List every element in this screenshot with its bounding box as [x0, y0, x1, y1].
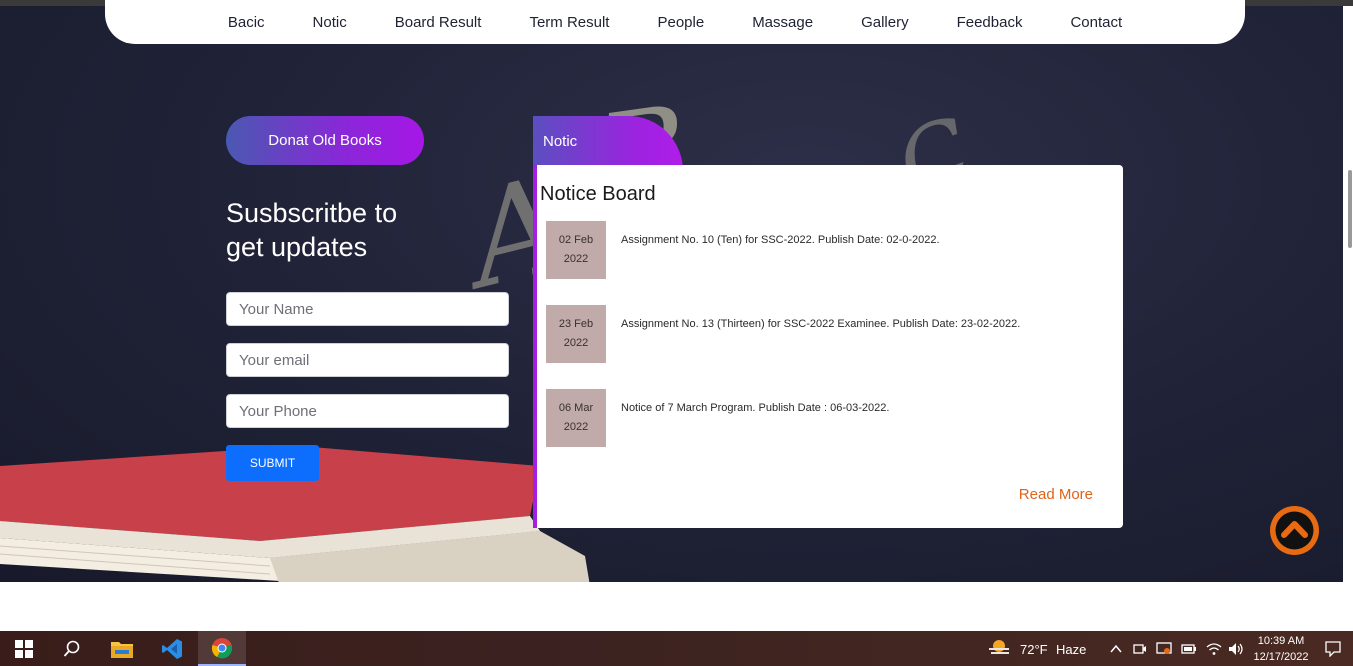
notice-date-year: 2022 — [563, 253, 589, 265]
nav-item-bacic[interactable]: Bacic — [204, 14, 289, 31]
notice-date-year: 2022 — [563, 337, 589, 349]
wifi-icon[interactable] — [1206, 642, 1222, 656]
notice-date: 02 Feb 2022 — [546, 221, 606, 279]
notice-item[interactable]: 06 Mar 2022 Notice of 7 March Program. P… — [546, 389, 1106, 447]
email-field[interactable] — [226, 343, 509, 377]
volume-icon[interactable] — [1228, 642, 1244, 656]
notice-date: 06 Mar 2022 — [546, 389, 606, 447]
chevron-up-icon — [1275, 511, 1314, 550]
subscribe-title-line1: Susbscritbe to — [226, 198, 398, 228]
subscribe-title: Susbscritbe to get updates — [226, 196, 486, 264]
nav-item-gallery[interactable]: Gallery — [837, 14, 933, 31]
page-scrollbar[interactable] — [1343, 6, 1353, 631]
nav-item-term-result[interactable]: Term Result — [505, 14, 633, 31]
system-clock[interactable]: 10:39 AM 12/17/2022 — [1246, 633, 1316, 665]
notice-text[interactable]: Assignment No. 13 (Thirteen) for SSC-202… — [621, 318, 1020, 330]
chrome-icon — [211, 637, 233, 658]
scrollbar-thumb[interactable] — [1348, 170, 1352, 248]
subscribe-title-line2: get updates — [226, 232, 368, 262]
start-button[interactable] — [0, 631, 48, 666]
nav-item-contact[interactable]: Contact — [1046, 14, 1146, 31]
battery-icon[interactable] — [1181, 643, 1197, 655]
clock-date: 12/17/2022 — [1253, 651, 1309, 663]
notice-date-day: 06 Mar — [558, 402, 594, 414]
weather-temp[interactable]: 72°F — [1020, 642, 1048, 657]
notice-date-day: 02 Feb — [558, 234, 594, 246]
notice-board-heading: Notice Board — [540, 183, 656, 205]
clock-time: 10:39 AM — [1257, 635, 1305, 647]
nav-item-feedback[interactable]: Feedback — [933, 14, 1047, 31]
chevron-up-icon[interactable] — [1110, 644, 1122, 654]
notice-date-year: 2022 — [563, 421, 589, 433]
file-explorer-button[interactable] — [98, 631, 146, 666]
notice-text[interactable]: Assignment No. 10 (Ten) for SSC-2022. Pu… — [621, 234, 940, 246]
name-field[interactable] — [226, 292, 509, 326]
notice-text[interactable]: Notice of 7 March Program. Publish Date … — [621, 402, 889, 414]
notice-date-day: 23 Feb — [558, 318, 594, 330]
phone-field[interactable] — [226, 394, 509, 428]
windows-icon — [15, 639, 33, 658]
submit-button[interactable]: SUBMIT — [226, 445, 319, 481]
notice-item[interactable]: 23 Feb 2022 Assignment No. 13 (Thirteen)… — [546, 305, 1106, 363]
notice-item[interactable]: 02 Feb 2022 Assignment No. 10 (Ten) for … — [546, 221, 1106, 279]
read-more-link[interactable]: Read More — [1019, 486, 1093, 503]
notice-date: 23 Feb 2022 — [546, 305, 606, 363]
folder-icon — [111, 641, 133, 658]
nav-item-notic[interactable]: Notic — [289, 14, 371, 31]
taskbar: 72°F Haze 10:39 AM 12/17/2022 — [0, 631, 1353, 666]
nav-item-people[interactable]: People — [633, 14, 728, 31]
vscode-icon — [162, 638, 182, 659]
weather-desc[interactable]: Haze — [1056, 642, 1086, 657]
notice-board-card: Notice Board 02 Feb 2022 Assignment No. … — [533, 165, 1123, 528]
nav-item-massage[interactable]: Massage — [728, 14, 837, 31]
donate-books-button[interactable]: Donat Old Books — [226, 116, 424, 165]
chrome-button[interactable] — [198, 631, 246, 666]
search-icon — [63, 640, 80, 657]
vscode-button[interactable] — [148, 631, 196, 666]
meet-now-icon[interactable] — [1133, 642, 1147, 656]
weather-haze-icon — [989, 640, 1009, 654]
nav-item-board-result[interactable]: Board Result — [371, 14, 506, 31]
notifications-icon[interactable] — [1325, 641, 1341, 657]
display-icon[interactable] — [1156, 642, 1172, 656]
main-navigation: Bacic Notic Board Result Term Result Peo… — [105, 0, 1245, 44]
search-button[interactable] — [48, 631, 96, 666]
scroll-to-top-button[interactable] — [1270, 506, 1319, 555]
